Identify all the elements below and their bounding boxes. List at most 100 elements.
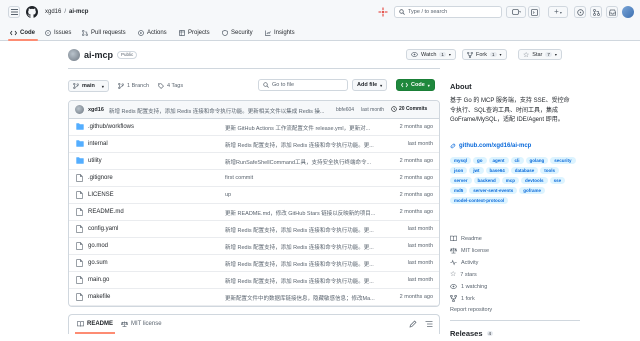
file-row[interactable]: LICENSE up 2 months ago [69,187,439,204]
topic-tag[interactable]: golang [525,157,549,164]
file-commit-message[interactable]: 新增 Redis 配置支持，添加 Redis 连接和命令执行功能。更... [225,260,383,268]
topic-tag[interactable]: tools [540,167,560,174]
topic-tag[interactable]: jwt [469,167,484,174]
tab-pull-requests[interactable]: Pull requests [82,28,126,38]
topic-tag[interactable]: server [450,177,472,184]
create-new-button[interactable]: + ▾ [548,6,568,18]
file-name[interactable]: go.mod [88,243,108,249]
file-row[interactable]: README.md 更新 README.md，修改 GitHub Stars 链接… [69,204,439,221]
file-row[interactable]: internal 新增 Redis 配置支持，添加 Redis 连接和命令执行功能… [69,136,439,153]
readme-link[interactable]: Readme [450,235,482,242]
edit-pencil-icon[interactable] [409,320,417,328]
watchers-link[interactable]: 1 watching [450,283,487,290]
file-name[interactable]: .github/workflows [88,124,134,130]
homepage-link[interactable]: github.com/xgd16/ai-mcp [450,143,531,149]
branch-select-button[interactable]: main ▾ [68,80,109,92]
tab-actions[interactable]: Actions [138,28,167,38]
fork-button[interactable]: Fork 1 ▾ [462,49,507,60]
topic-tag[interactable]: backend [473,177,500,184]
commit-hash[interactable]: bbfe604 [336,107,354,113]
file-name[interactable]: internal [88,141,108,147]
file-name[interactable]: .gitignore [88,175,113,181]
topic-tag[interactable]: goframe [519,187,546,194]
watch-button[interactable]: Watch 1 ▾ [406,49,456,60]
file-commit-message[interactable]: 更新 GitHub Actions 工作流配置文件 release.yml，更新… [225,124,383,132]
file-name[interactable]: makefile [88,294,110,300]
tab-security[interactable]: Security [222,28,253,38]
search-input[interactable]: Type / to search [394,6,502,18]
report-repository-link[interactable]: Report repository [450,307,492,313]
commit-message[interactable]: 新增 Redis 配置支持，添加 Redis 连接和命令执行功能。更新相关文件以… [109,107,333,115]
file-name[interactable]: go.sum [88,260,108,266]
copilot-dropdown-button[interactable] [506,6,526,18]
license-link[interactable]: MIT license [450,247,489,254]
pull-requests-icon[interactable] [590,6,602,18]
file-commit-message[interactable]: 更新配置文件中的数据库链接信息，隐藏敏感信息；修改Ma... [225,294,383,302]
topic-tag[interactable]: mcp [501,177,520,184]
file-commit-message[interactable]: first commit [225,175,383,181]
branches-link[interactable]: 1 Branch [118,83,149,89]
hamburger-menu-icon[interactable] [8,6,20,18]
topic-tag[interactable]: go [473,157,487,164]
add-file-button[interactable]: Add file ▾ [352,79,388,91]
file-row[interactable]: .gitignore first commit 2 months ago [69,170,439,187]
file-commit-message[interactable]: up [225,192,383,198]
tab-license[interactable]: MIT license [121,321,162,327]
forks-link[interactable]: 1 fork [450,295,475,302]
file-name[interactable]: utility [88,158,102,164]
topic-tag[interactable]: sse [549,177,566,184]
file-name[interactable]: README.md [88,209,124,215]
owner-link[interactable]: xgd16 [45,9,61,15]
commit-author[interactable]: xgd16 [88,107,104,113]
file-name[interactable]: config.yaml [88,226,118,232]
file-commit-message[interactable]: 更新 README.md，修改 GitHub Stars 链接以反映新的项目..… [225,209,383,217]
file-commit-message[interactable]: 新增 Redis 配置支持，添加 Redis 连接和命令执行功能。更... [225,141,383,149]
topic-tag[interactable]: server-sent-events [469,187,518,194]
file-row[interactable]: .github/workflows 更新 GitHub Actions 工作流配置… [69,119,439,136]
file-commit-message[interactable]: 新增RunSafeShellCommand工具，支持安全执行终端命令... [225,158,383,166]
inbox-icon[interactable] [606,6,618,18]
stars-link[interactable]: ☆ 7 stars [450,271,477,278]
file-row[interactable]: main.go 新增 Redis 配置支持，添加 Redis 连接和命令执行功能。… [69,272,439,289]
file-row[interactable]: config.yaml 新增 Redis 配置支持，添加 Redis 连接和命令执… [69,221,439,238]
topic-tag[interactable]: database [510,167,539,174]
file-row[interactable]: makefile 更新配置文件中的数据库链接信息，隐藏敏感信息；修改Ma... 2 … [69,289,439,306]
tags-link[interactable]: 4 Tags [158,83,183,89]
activity-link[interactable]: Activity [450,259,478,266]
repo-name[interactable]: ai-mcp [84,50,113,60]
topic-tag[interactable]: agent [488,157,509,164]
tab-code[interactable]: Code [10,28,35,38]
outline-list-icon[interactable] [425,320,433,328]
tab-issues[interactable]: Issues [45,28,71,38]
topic-tag[interactable]: model-context-protocol [450,197,509,204]
file-commit-message[interactable]: 新增 Redis 配置支持，添加 Redis 连接和命令执行功能。更... [225,243,383,251]
topic-tag[interactable]: cli [510,157,524,164]
star-button[interactable]: ☆ Star 7 ▾ [518,49,562,60]
releases-heading[interactable]: Releases 4 [450,329,494,338]
file-row[interactable]: utility 新增RunSafeShellCommand工具，支持安全执行终端命… [69,153,439,170]
tab-projects[interactable]: Projects [179,28,210,38]
topic-tag[interactable]: devtools [521,177,548,184]
topic-tag[interactable]: base64 [485,167,509,174]
commits-link[interactable]: 20 Commits [391,106,427,112]
topic-tag[interactable]: json [450,167,468,174]
repo-link[interactable]: ai-mcp [69,9,88,15]
github-logo-icon[interactable] [26,6,39,18]
tab-insights[interactable]: Insights [265,28,295,38]
topic-tag[interactable]: md5 [450,187,468,194]
command-palette-icon[interactable] [528,6,540,18]
file-row[interactable]: go.mod 新增 Redis 配置支持，添加 Redis 连接和命令执行功能。更… [69,238,439,255]
file-name[interactable]: LICENSE [88,192,114,198]
code-button[interactable]: Code ▾ [396,79,435,91]
topic-tag[interactable]: mysql [450,157,472,164]
avatar[interactable] [622,6,634,18]
go-to-file-input[interactable]: Go to file [258,79,348,91]
tab-readme[interactable]: README [77,321,113,327]
file-name[interactable]: main.go [88,277,109,283]
file-commit-message[interactable]: 新增 Redis 配置支持，添加 Redis 连接和命令执行功能。更... [225,277,383,285]
issues-icon[interactable] [574,6,586,18]
file-commit-message[interactable]: 新增 Redis 配置支持，添加 Redis 连接和命令执行功能。更... [225,226,383,234]
copilot-icon[interactable] [378,7,388,17]
topic-tag[interactable]: security [550,157,576,164]
file-row[interactable]: go.sum 新增 Redis 配置支持，添加 Redis 连接和命令执行功能。更… [69,255,439,272]
